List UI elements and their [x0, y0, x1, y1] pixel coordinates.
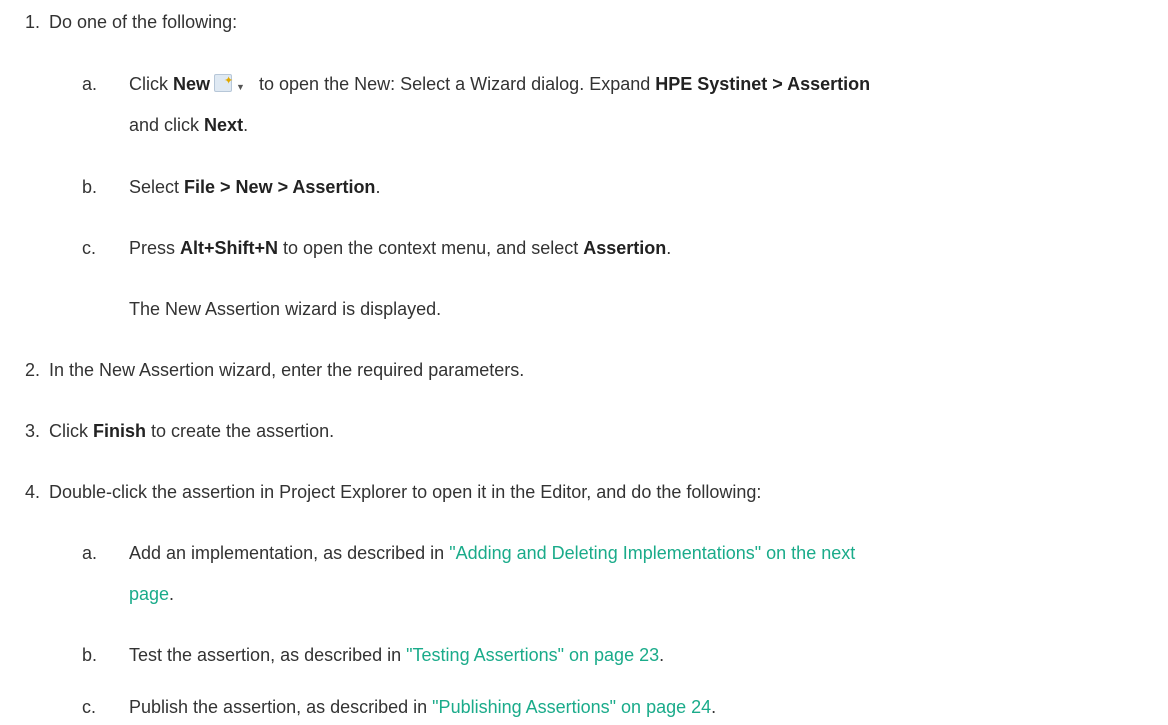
ui-term-next: Next [204, 115, 244, 135]
text-run: Press [129, 238, 181, 258]
new-wizard-dropdown-icon: ✦ ▼ [214, 73, 248, 93]
substep-text: Select File > New > Assertion. [129, 176, 380, 198]
text-run: . [243, 115, 249, 135]
text-run: . [659, 645, 665, 665]
step-number: 1. [24, 12, 40, 32]
step-text: In the New Assertion wizard, enter the r… [49, 360, 525, 380]
substep-text: Publish the assertion, as described in "… [129, 696, 716, 718]
link-adding-deleting-implementations-page[interactable]: page [129, 584, 169, 604]
text-run: to create the assertion. [146, 421, 335, 441]
text-run: Click [49, 421, 93, 441]
substep-letter: b. [82, 645, 98, 665]
ui-term-new: New [173, 74, 211, 94]
step-text: Double-click the assertion in Project Ex… [49, 482, 762, 502]
substep-letter: b. [82, 177, 98, 197]
substep-text: and click Next. [129, 114, 248, 136]
ui-term-finish: Finish [93, 421, 146, 441]
text-run: . [711, 697, 717, 717]
text-run: Test the assertion, as described in [129, 645, 407, 665]
procedure-document: 1. Do one of the following: a. Click New… [0, 0, 1168, 725]
text-run: . [375, 177, 381, 197]
text-run: Add an implementation, as described in [129, 543, 450, 563]
link-publishing-assertions[interactable]: "Publishing Assertions" on page 24 [432, 697, 711, 717]
text-run: Click [129, 74, 173, 94]
substep-text: Press Alt+Shift+N to open the context me… [129, 237, 671, 259]
text-run: to open the New: Select a Wizard dialog.… [254, 74, 656, 94]
substep-text: Click New ✦ ▼ to open the New: Select a Wi… [129, 73, 870, 95]
step-text: Do one of the following: [49, 12, 238, 32]
text-run: and click [129, 115, 205, 135]
step-number: 4. [24, 482, 40, 502]
substep-text: Add an implementation, as described in "… [129, 542, 855, 564]
text-run: . [666, 238, 672, 258]
text-run: to open the context menu, and select [278, 238, 584, 258]
text-run: Select [129, 177, 185, 197]
substep-text: Test the assertion, as described in "Tes… [129, 644, 664, 666]
substep-letter: c. [82, 238, 97, 258]
link-adding-deleting-implementations[interactable]: "Adding and Deleting Implementations" on… [449, 543, 855, 563]
step-number: 3. [24, 421, 40, 441]
chevron-down-icon: ▼ [236, 82, 245, 92]
substep-letter: c. [82, 697, 97, 717]
step-text: Click Finish to create the assertion. [49, 420, 334, 442]
result-text: The New Assertion wizard is displayed. [129, 299, 442, 319]
text-run: . [169, 584, 175, 604]
substep-letter: a. [82, 74, 98, 94]
ui-term-file-new-assertion: File > New > Assertion [184, 177, 376, 197]
link-testing-assertions[interactable]: "Testing Assertions" on page 23 [406, 645, 659, 665]
substep-letter: a. [82, 543, 98, 563]
ui-term-assertion: Assertion [583, 238, 667, 258]
ui-term-shortcut: Alt+Shift+N [180, 238, 279, 258]
ui-term-hpe-systinet-assertion: HPE Systinet > Assertion [655, 74, 871, 94]
substep-text: page. [129, 583, 174, 605]
text-run: Publish the assertion, as described in [129, 697, 433, 717]
sparkle-icon: ✦ [224, 75, 234, 87]
step-number: 2. [24, 360, 40, 380]
